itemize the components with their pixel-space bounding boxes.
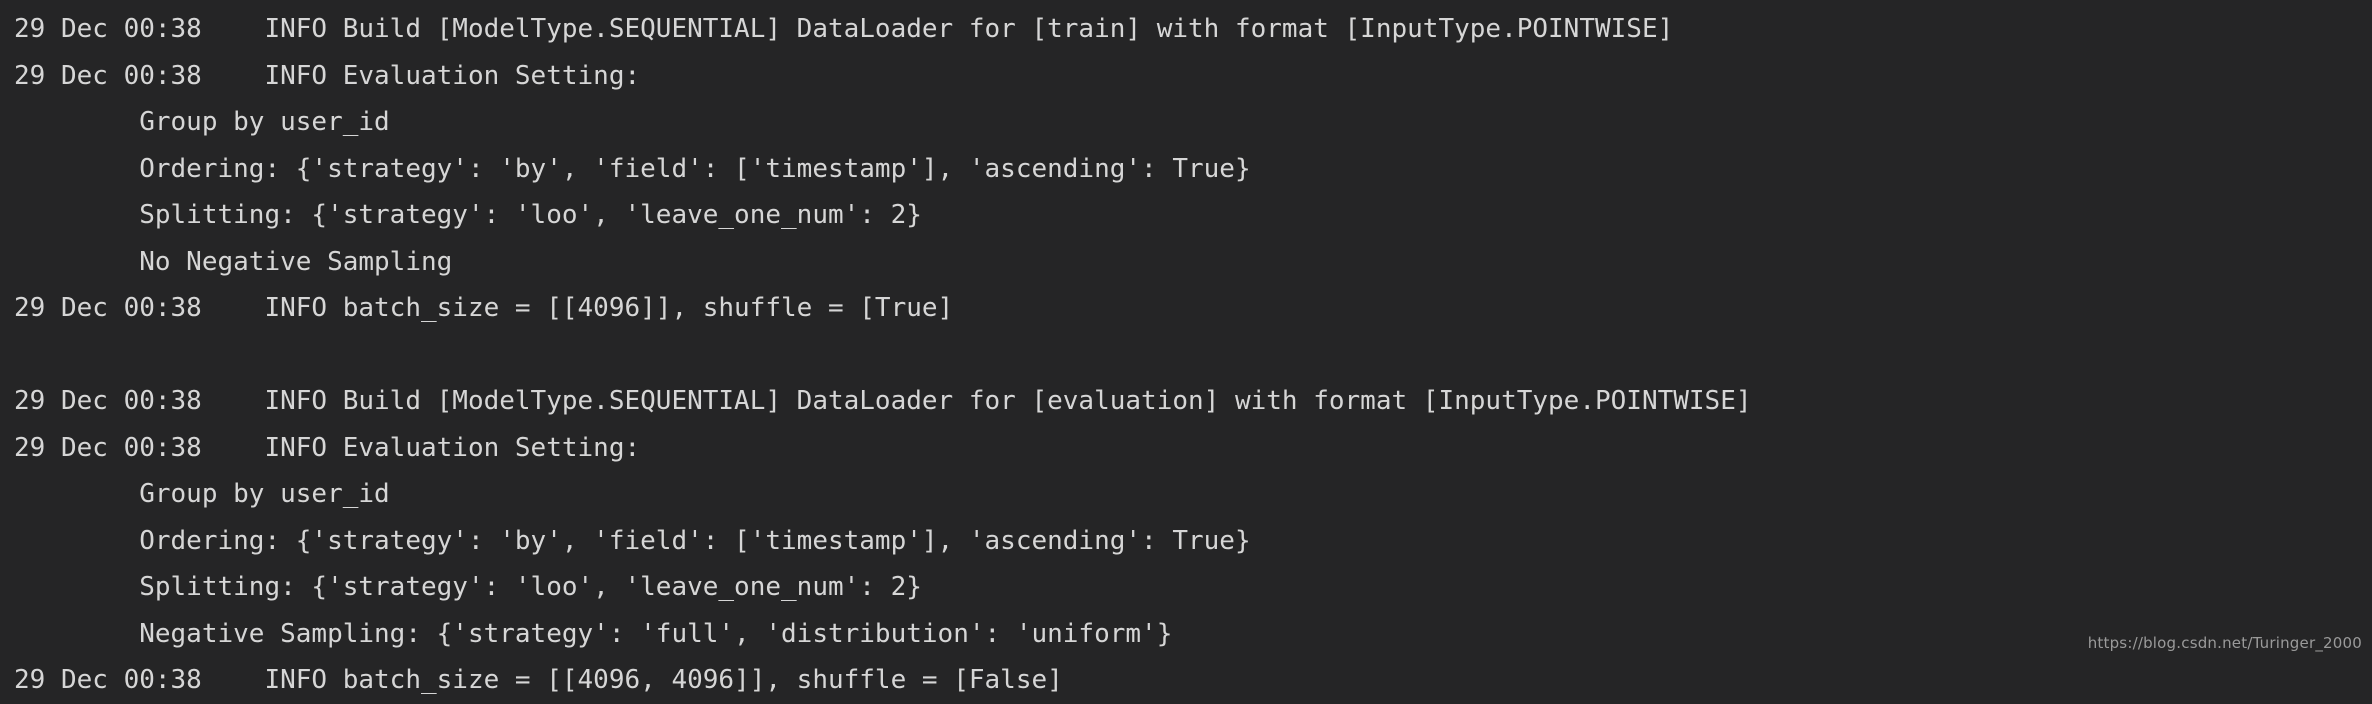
log-line: Group by user_id: [14, 479, 390, 509]
log-line: Ordering: {'strategy': 'by', 'field': ['…: [14, 153, 1251, 184]
log-line: 29 Dec 00:38 INFO Evaluation Setting:: [14, 60, 641, 91]
terminal-log-output: 29 Dec 00:38 INFO Build [ModelType.SEQUE…: [0, 0, 2372, 695]
log-line: 29 Dec 00:38 INFO batch_size = [[4096]],…: [14, 293, 954, 323]
log-line: Group by user_id: [14, 107, 390, 137]
log-line: Ordering: {'strategy': 'by', 'field': ['…: [14, 525, 1251, 556]
watermark-text: https://blog.csdn.net/Turinger_2000: [2087, 634, 2362, 652]
log-line: No Negative Sampling: [14, 246, 453, 277]
log-line: 29 Dec 00:38 INFO batch_size = [[4096, 4…: [14, 665, 1063, 695]
log-line-blank: [14, 332, 2372, 379]
log-line: Negative Sampling: {'strategy': 'full', …: [14, 618, 1173, 649]
log-line: 29 Dec 00:38 INFO Build [ModelType.SEQUE…: [14, 386, 1752, 416]
log-line: Splitting: {'strategy': 'loo', 'leave_on…: [14, 572, 922, 602]
log-line: Splitting: {'strategy': 'loo', 'leave_on…: [14, 200, 922, 230]
log-line: 29 Dec 00:38 INFO Build [ModelType.SEQUE…: [14, 14, 1674, 44]
log-line-list: 29 Dec 00:38 INFO Build [ModelType.SEQUE…: [14, 6, 2372, 704]
log-line: 29 Dec 00:38 INFO Evaluation Setting:: [14, 432, 641, 463]
